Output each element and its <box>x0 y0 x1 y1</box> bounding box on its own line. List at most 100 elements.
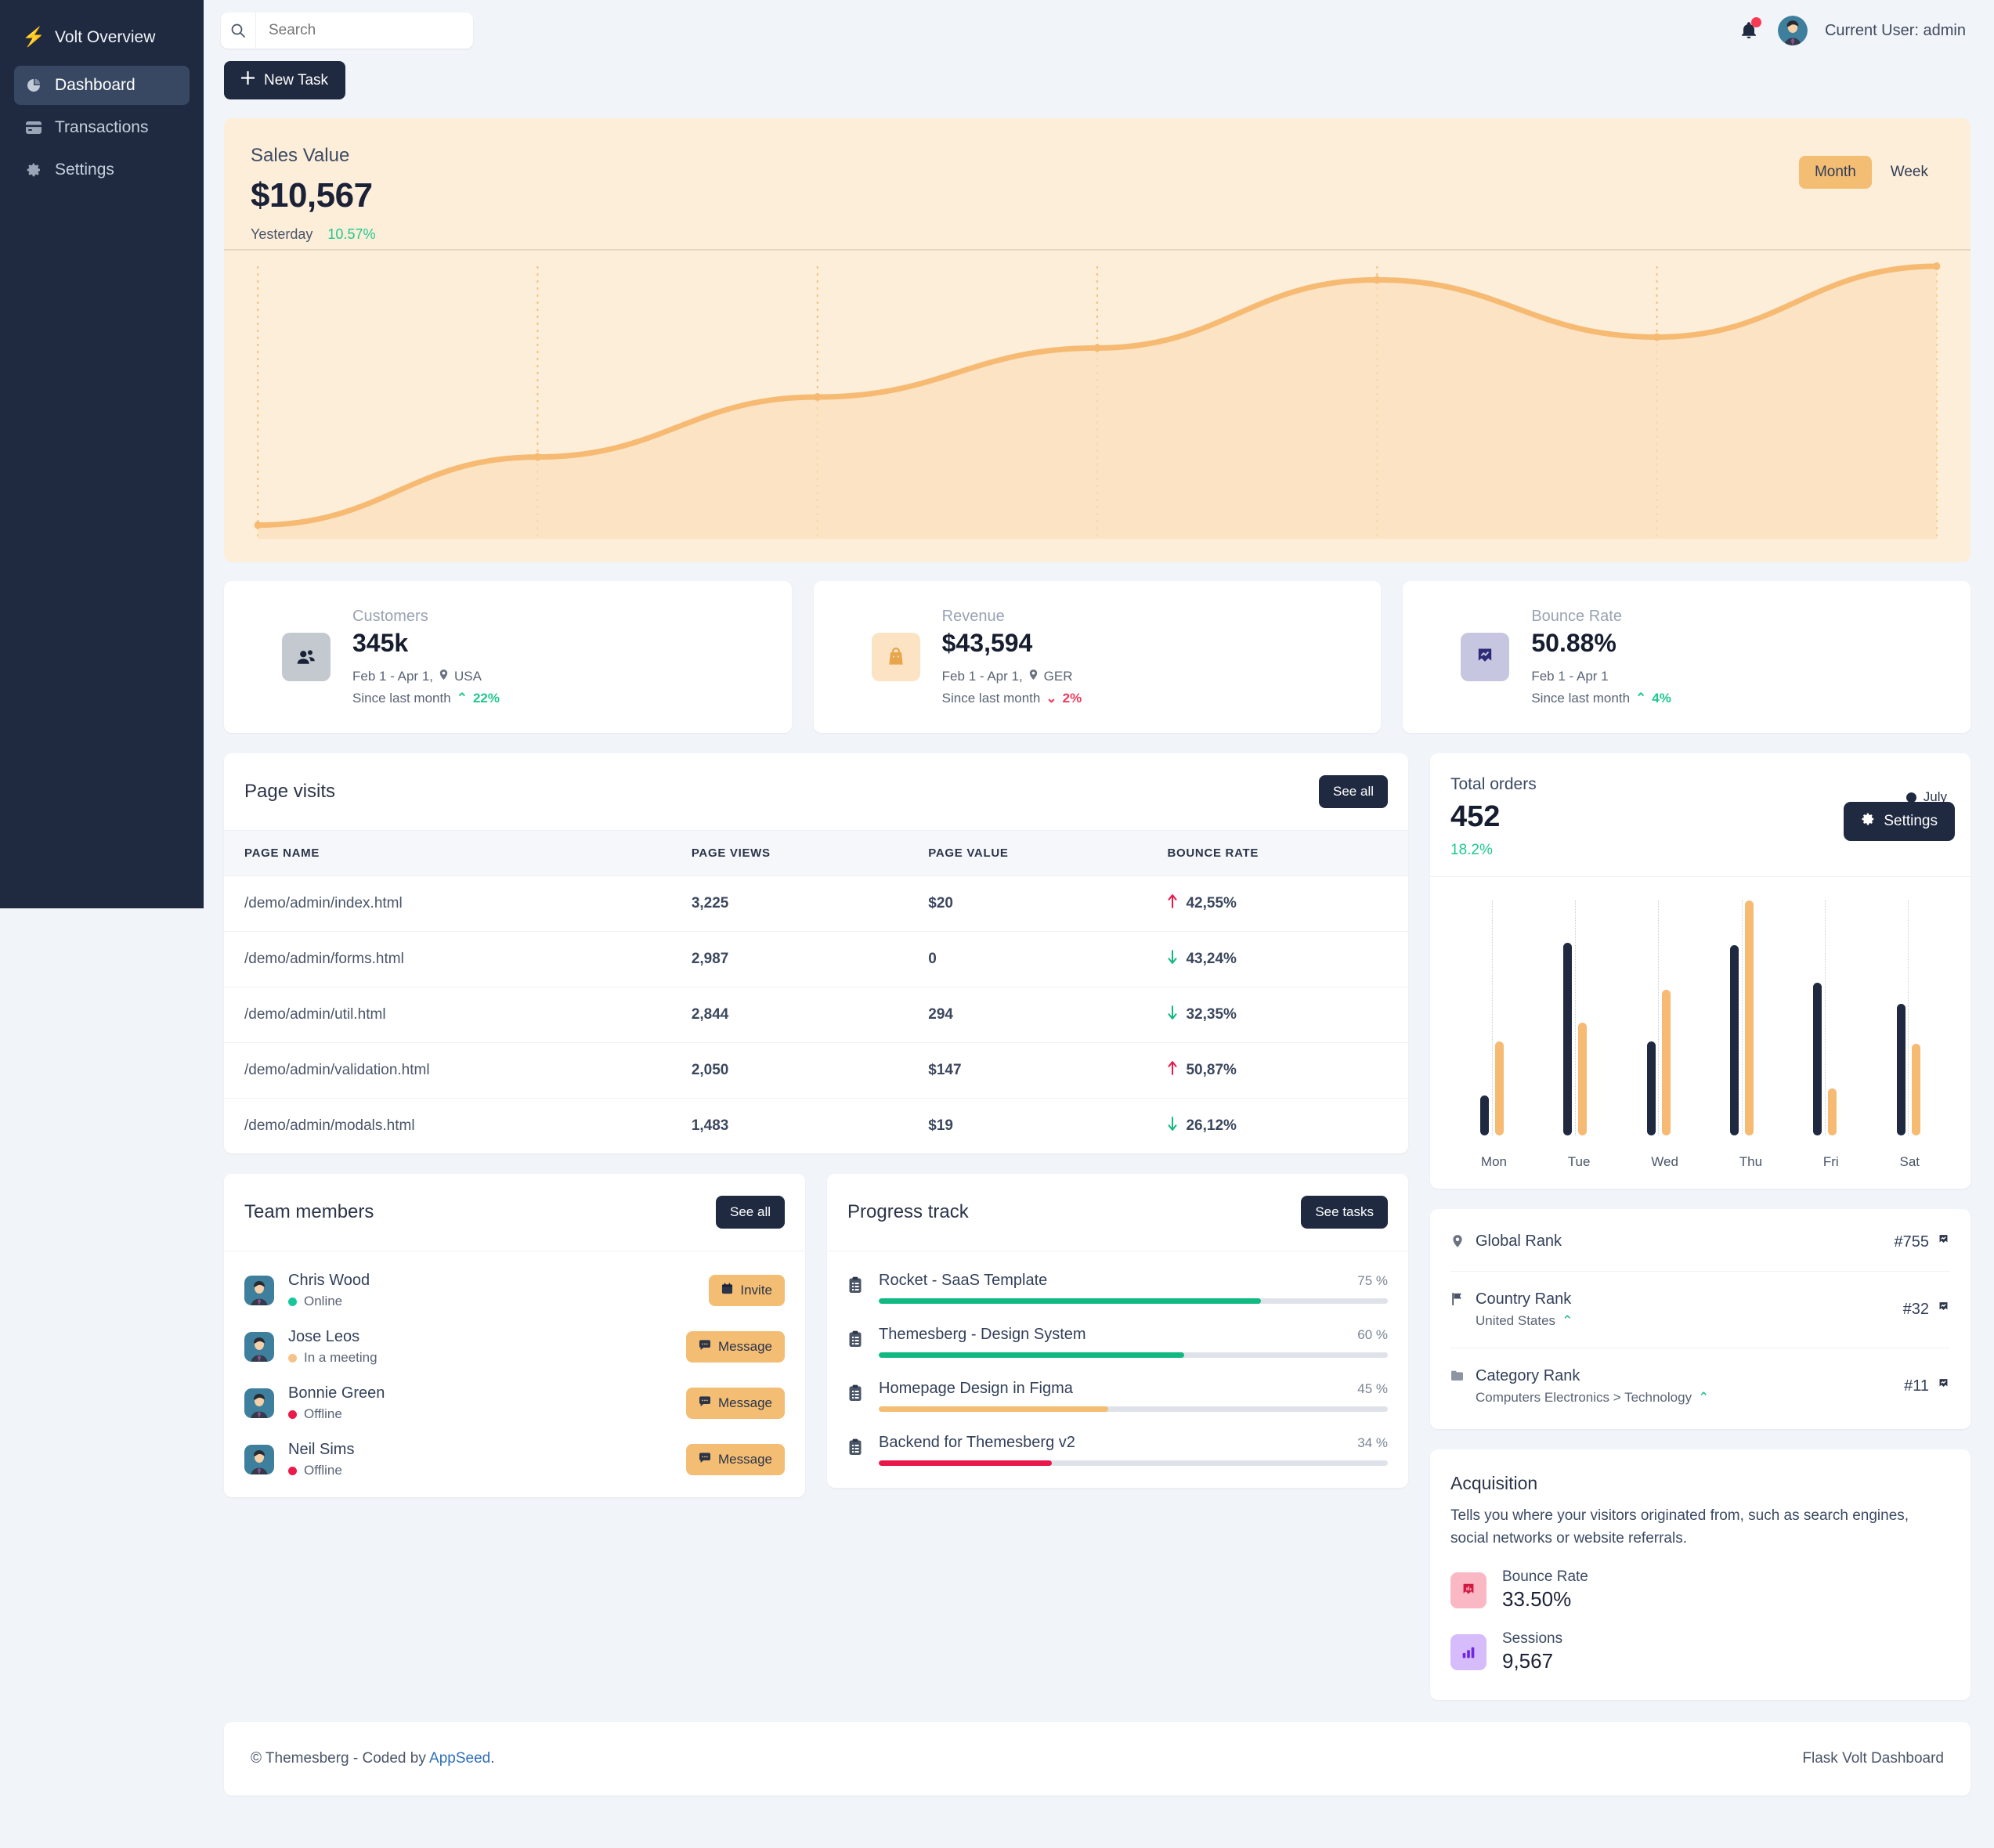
footer-copy-prefix: © Themesberg - Coded by <box>251 1750 429 1767</box>
team-members-list: Chris WoodOnlineInviteJose LeosIn a meet… <box>224 1272 805 1497</box>
avatar <box>244 1445 274 1474</box>
sidebar-item-label: Transactions <box>55 118 148 137</box>
footer-copy-suffix: . <box>490 1750 494 1767</box>
stat-label: Revenue <box>942 608 1082 626</box>
list-item[interactable]: Jose LeosIn a meetingMessage <box>224 1328 805 1384</box>
caret-up-icon: ⌃ <box>1562 1313 1573 1329</box>
caret-up-icon: ⌃ <box>1635 691 1646 706</box>
sales-value: $10,567 <box>251 176 375 215</box>
location-pin-icon <box>1028 669 1039 684</box>
pie-chart-icon <box>23 78 44 93</box>
team-see-all-button[interactable]: See all <box>716 1196 785 1229</box>
team-members-card: Team members See all Chris WoodOnlineInv… <box>224 1174 805 1497</box>
team-members-header: Team members See all <box>224 1174 805 1251</box>
stat-region: USA <box>454 669 482 684</box>
list-item[interactable]: Homepage Design in Figma45 % <box>827 1380 1408 1434</box>
cell-page-name: /demo/admin/util.html <box>224 987 671 1043</box>
column-page-name: PAGE NAME <box>224 831 671 876</box>
member-status: Offline <box>288 1406 672 1422</box>
list-item[interactable]: Backend for Themesberg v234 % <box>827 1434 1408 1488</box>
arrow-down-icon <box>1167 1117 1178 1135</box>
location-pin-icon <box>438 669 450 684</box>
page-visits-see-all-button[interactable]: See all <box>1319 775 1388 808</box>
rank-subtitle: United States⌃ <box>1476 1313 1573 1329</box>
progress-body: Homepage Design in Figma45 % <box>879 1380 1388 1412</box>
bar <box>1662 990 1671 1135</box>
search-input[interactable] <box>256 22 473 39</box>
search-box[interactable] <box>221 13 473 49</box>
brand[interactable]: ⚡ Volt Overview <box>14 20 190 55</box>
list-item[interactable]: Themesberg - Design System60 % <box>827 1326 1408 1380</box>
invite-button[interactable]: Invite <box>709 1275 785 1306</box>
see-tasks-button[interactable]: See tasks <box>1301 1196 1388 1229</box>
toggle-week-button[interactable]: Week <box>1875 156 1944 189</box>
progress-name: Backend for Themesberg v2 <box>879 1434 1075 1452</box>
chart-badge-icon <box>1450 1572 1486 1608</box>
sidebar-item-transactions[interactable]: Transactions <box>14 108 190 147</box>
list-item[interactable]: Country RankUnited States⌃#32 <box>1450 1272 1950 1348</box>
member-name: Neil Sims <box>288 1441 672 1459</box>
sidebar-item-dashboard[interactable]: Dashboard <box>14 66 190 105</box>
message-button[interactable]: Message <box>686 1331 785 1363</box>
table-row[interactable]: /demo/admin/validation.html2,050$14750,8… <box>224 1043 1408 1099</box>
bar-group <box>1647 990 1671 1135</box>
arrow-up-icon <box>1167 1061 1178 1080</box>
lightning-bolt-icon: ⚡ <box>23 28 44 47</box>
list-item[interactable]: Chris WoodOnlineInvite <box>224 1272 805 1328</box>
stat-body: Revenue $43,594 Feb 1 - Apr 1, GER Since… <box>942 608 1082 706</box>
appseed-link[interactable]: AppSeed <box>429 1750 490 1767</box>
gear-icon <box>23 162 44 178</box>
notifications-bell-icon[interactable] <box>1737 18 1761 43</box>
table-row[interactable]: /demo/admin/util.html2,84429432,35% <box>224 987 1408 1043</box>
stat-card-bounce-rate: Bounce Rate 50.88% Feb 1 - Apr 1 Since l… <box>1403 581 1971 733</box>
progress-header: Themesberg - Design System60 % <box>879 1326 1388 1344</box>
rank-value: #11 <box>1904 1377 1950 1395</box>
member-status: Offline <box>288 1463 672 1478</box>
axis-tick-label: Fri <box>1823 1154 1839 1170</box>
progress-percent: 60 % <box>1357 1327 1388 1343</box>
list-item[interactable]: Category RankComputers Electronics > Tec… <box>1450 1348 1950 1424</box>
table-row[interactable]: /demo/admin/modals.html1,483$1926,12% <box>224 1099 1408 1154</box>
list-item[interactable]: Rocket - SaaS Template75 % <box>827 1272 1408 1326</box>
acquisition-metric: Sessions 9,567 <box>1502 1630 1562 1673</box>
progress-percent: 75 % <box>1357 1273 1388 1289</box>
progress-bar <box>879 1406 1388 1412</box>
cell-page-value: 294 <box>908 987 1147 1043</box>
new-task-button[interactable]: New Task <box>224 61 345 99</box>
stat-body: Bounce Rate 50.88% Feb 1 - Apr 1 Since l… <box>1531 608 1671 706</box>
avatar[interactable] <box>1778 16 1808 45</box>
stat-delta-value: 4% <box>1652 691 1671 706</box>
sidebar-item-settings[interactable]: Settings <box>14 150 190 189</box>
users-icon <box>282 633 331 681</box>
message-button[interactable]: Message <box>686 1388 785 1419</box>
progress-percent: 45 % <box>1357 1381 1388 1397</box>
chat-icon <box>699 1395 711 1411</box>
table-row[interactable]: /demo/admin/index.html3,225$2042,55% <box>224 876 1408 932</box>
list-item[interactable]: Global Rank#755 <box>1450 1214 1950 1272</box>
footer: © Themesberg - Coded by AppSeed. Flask V… <box>224 1722 1971 1796</box>
avatar <box>244 1332 274 1362</box>
acquisition-value: 33.50% <box>1502 1587 1588 1612</box>
orders-settings-button[interactable]: Settings <box>1844 802 1955 841</box>
acquisition-description: Tells you where your visitors originated… <box>1450 1505 1950 1550</box>
topbar: Current User: admin <box>204 0 1994 61</box>
table-row[interactable]: /demo/admin/forms.html2,987043,24% <box>224 932 1408 987</box>
cell-page-views: 2,987 <box>671 932 908 987</box>
bar <box>1813 983 1822 1135</box>
progress-list: Rocket - SaaS Template75 %Themesberg - D… <box>827 1272 1408 1488</box>
folder-icon <box>1450 1369 1465 1406</box>
sales-card-header: Sales Value $10,567 Yesterday 10.57% Mon… <box>224 118 1971 249</box>
list-item[interactable]: Bonnie Green Offline Message <box>224 1384 805 1441</box>
member-name: Chris Wood <box>288 1272 695 1290</box>
toggle-month-button[interactable]: Month <box>1799 156 1872 189</box>
stat-delta-label: Since last month <box>352 691 451 706</box>
list-item[interactable]: Neil Sims Offline Message <box>224 1441 805 1497</box>
bar <box>1480 1095 1489 1135</box>
period-toggle-group: Month Week <box>1799 156 1944 189</box>
message-button[interactable]: Message <box>686 1444 785 1475</box>
member-name: Bonnie Green <box>288 1384 672 1402</box>
stat-card-customers: Customers 345k Feb 1 - Apr 1, USA Since … <box>224 581 792 733</box>
stat-delta-value: 2% <box>1063 691 1082 706</box>
rank-subtitle: Computers Electronics > Technology⌃ <box>1476 1390 1709 1406</box>
status-dot-icon <box>288 1354 297 1363</box>
